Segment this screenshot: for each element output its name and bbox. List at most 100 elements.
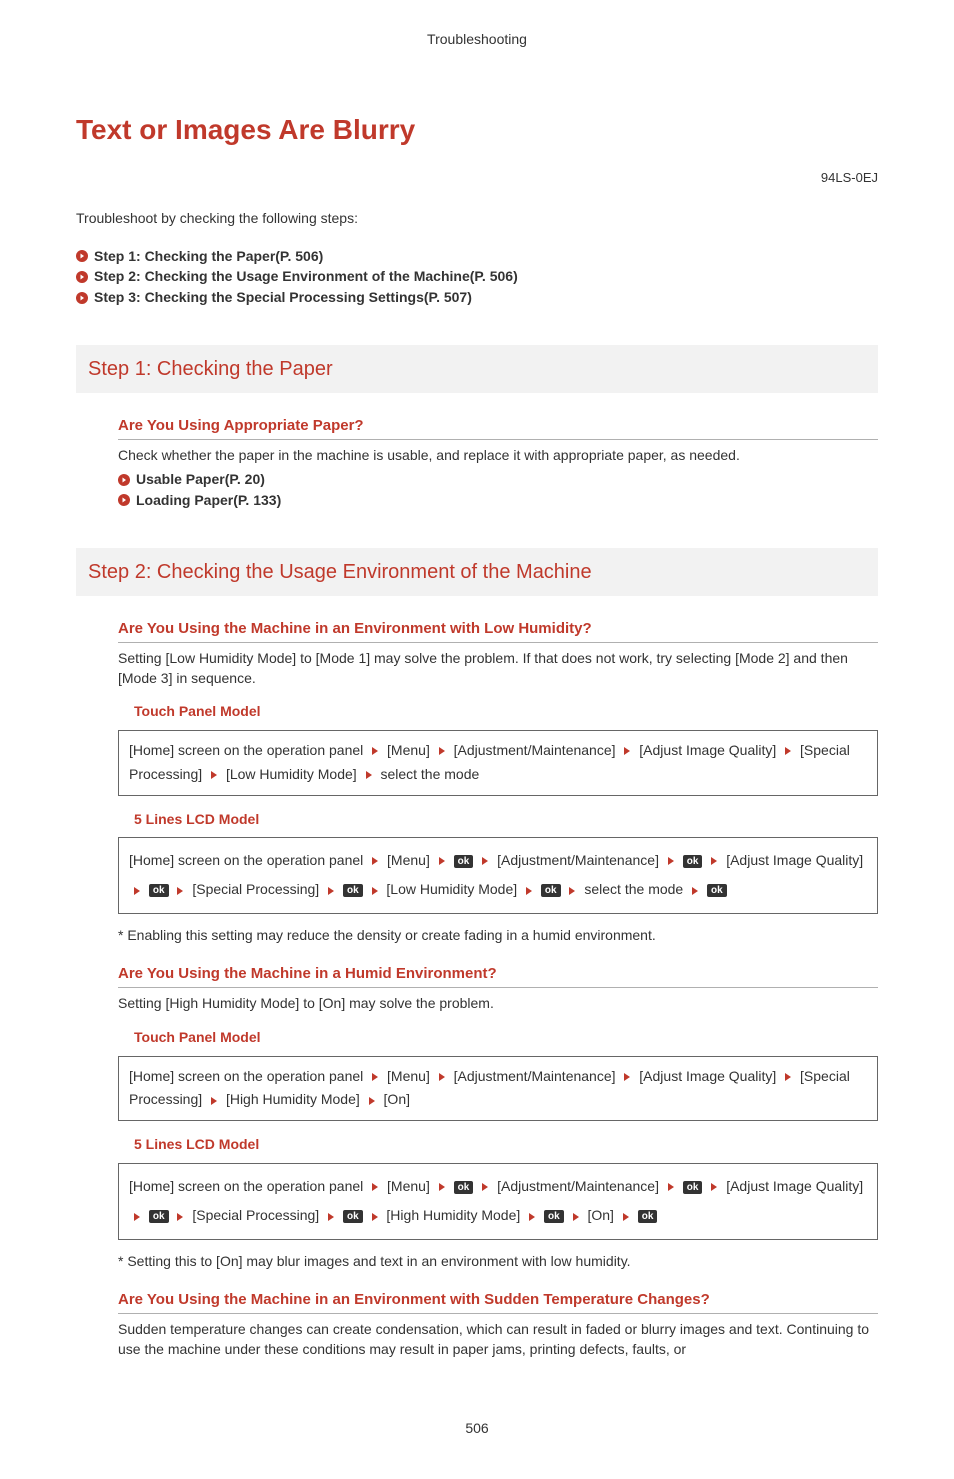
path-segment: [Low Humidity Mode] [386, 881, 517, 897]
step-link-label: Step 2: Checking the Usage Environment o… [94, 267, 518, 287]
path-segment: [On] [384, 1091, 410, 1107]
low-humidity-sub: Are You Using the Machine in an Environm… [118, 618, 878, 643]
ref-link-label: Loading Paper(P. 133) [136, 491, 281, 511]
arrow-icon [438, 746, 446, 756]
arrow-icon [438, 1072, 446, 1082]
arrow-icon [784, 1072, 792, 1082]
path-segment: [Low Humidity Mode] [226, 766, 357, 782]
arrow-icon [623, 1072, 631, 1082]
arrow-icon [365, 770, 373, 780]
arrow-icon [368, 1096, 376, 1106]
arrow-icon [525, 886, 533, 896]
touch-panel-label: Touch Panel Model [134, 1028, 878, 1048]
path-segment: [Adjustment/Maintenance] [454, 1068, 616, 1084]
path-segment: [Menu] [387, 1178, 430, 1194]
low-humidity-body: Setting [Low Humidity Mode] to [Mode 1] … [118, 649, 878, 688]
bullet-icon [118, 494, 130, 506]
ok-badge: ok [149, 884, 169, 897]
path-segment: [Menu] [387, 852, 430, 868]
ok-badge: ok [454, 1181, 474, 1194]
arrow-icon [481, 1182, 489, 1192]
path-segment: [Special Processing] [192, 1207, 319, 1223]
low-humidity-note: * Enabling this setting may reduce the d… [118, 926, 878, 946]
arrow-icon [371, 746, 379, 756]
humid-body: Setting [High Humidity Mode] to [On] may… [118, 994, 878, 1014]
ref-link-loading-paper[interactable]: Loading Paper(P. 133) [118, 491, 878, 511]
page-number: 506 [76, 1419, 878, 1439]
ok-badge: ok [544, 1210, 564, 1223]
ok-badge: ok [541, 884, 561, 897]
intro-text: Troubleshoot by checking the following s… [76, 209, 878, 229]
arrow-icon [572, 1212, 580, 1222]
path-segment: [Special Processing] [192, 881, 319, 897]
arrow-icon [371, 1072, 379, 1082]
humid-sub: Are You Using the Machine in a Humid Env… [118, 963, 878, 988]
humid-lcd-path: [Home] screen on the operation panel [Me… [118, 1163, 878, 1240]
step-link-3[interactable]: Step 3: Checking the Special Processing … [76, 288, 878, 308]
path-segment: [Home] screen on the operation panel [129, 742, 363, 758]
lcd-label: 5 Lines LCD Model [134, 1135, 878, 1155]
arrow-icon [710, 856, 718, 866]
arrow-icon [568, 886, 576, 896]
arrow-icon [327, 886, 335, 896]
step-link-1[interactable]: Step 1: Checking the Paper(P. 506) [76, 247, 878, 267]
step1-sub: Are You Using Appropriate Paper? [118, 415, 878, 440]
arrow-icon [371, 1182, 379, 1192]
arrow-icon [691, 886, 699, 896]
step-link-label: Step 1: Checking the Paper(P. 506) [94, 247, 323, 267]
temp-sub: Are You Using the Machine in an Environm… [118, 1289, 878, 1314]
ok-badge: ok [707, 884, 727, 897]
ok-badge: ok [638, 1210, 658, 1223]
ok-badge: ok [149, 1210, 169, 1223]
ref-link-label: Usable Paper(P. 20) [136, 470, 265, 490]
ok-badge: ok [683, 1181, 703, 1194]
ref-link-usable-paper[interactable]: Usable Paper(P. 20) [118, 470, 878, 490]
arrow-icon [371, 886, 379, 896]
path-segment: [Menu] [387, 742, 430, 758]
arrow-icon [667, 856, 675, 866]
bullet-icon [76, 292, 88, 304]
step2-heading: Step 2: Checking the Usage Environment o… [76, 548, 878, 596]
path-segment: [On] [587, 1207, 613, 1223]
path-segment: [Adjust Image Quality] [726, 852, 863, 868]
arrow-icon [210, 1096, 218, 1106]
arrow-icon [623, 746, 631, 756]
low-humid-lcd-path: [Home] screen on the operation panel [Me… [118, 837, 878, 914]
path-segment: [Adjust Image Quality] [639, 742, 776, 758]
path-segment: [Adjust Image Quality] [639, 1068, 776, 1084]
arrow-icon [176, 886, 184, 896]
arrow-icon [133, 886, 141, 896]
touch-panel-label: Touch Panel Model [134, 702, 878, 722]
arrow-icon [481, 856, 489, 866]
step1-heading: Step 1: Checking the Paper [76, 345, 878, 393]
path-segment: select the mode [584, 881, 683, 897]
path-segment: [High Humidity Mode] [386, 1207, 520, 1223]
ok-badge: ok [683, 855, 703, 868]
header-category: Troubleshooting [76, 30, 878, 50]
lcd-label: 5 Lines LCD Model [134, 810, 878, 830]
path-segment: [High Humidity Mode] [226, 1091, 360, 1107]
path-segment: [Adjust Image Quality] [726, 1178, 863, 1194]
path-segment: select the mode [380, 766, 479, 782]
bullet-icon [76, 271, 88, 283]
path-segment: [Home] screen on the operation panel [129, 852, 363, 868]
arrow-icon [528, 1212, 536, 1222]
arrow-icon [210, 770, 218, 780]
path-segment: [Adjustment/Maintenance] [454, 742, 616, 758]
step-link-2[interactable]: Step 2: Checking the Usage Environment o… [76, 267, 878, 287]
ok-badge: ok [454, 855, 474, 868]
humid-touch-path: [Home] screen on the operation panel [Me… [118, 1056, 878, 1122]
step-link-label: Step 3: Checking the Special Processing … [94, 288, 472, 308]
arrow-icon [133, 1212, 141, 1222]
path-segment: [Adjustment/Maintenance] [497, 1178, 659, 1194]
doc-code: 94LS-0EJ [76, 169, 878, 187]
arrow-icon [371, 1212, 379, 1222]
arrow-icon [667, 1182, 675, 1192]
bullet-icon [76, 250, 88, 262]
arrow-icon [327, 1212, 335, 1222]
arrow-icon [371, 856, 379, 866]
low-humid-touch-path: [Home] screen on the operation panel [Me… [118, 730, 878, 796]
ok-badge: ok [343, 1210, 363, 1223]
bullet-icon [118, 474, 130, 486]
path-segment: [Home] screen on the operation panel [129, 1178, 363, 1194]
